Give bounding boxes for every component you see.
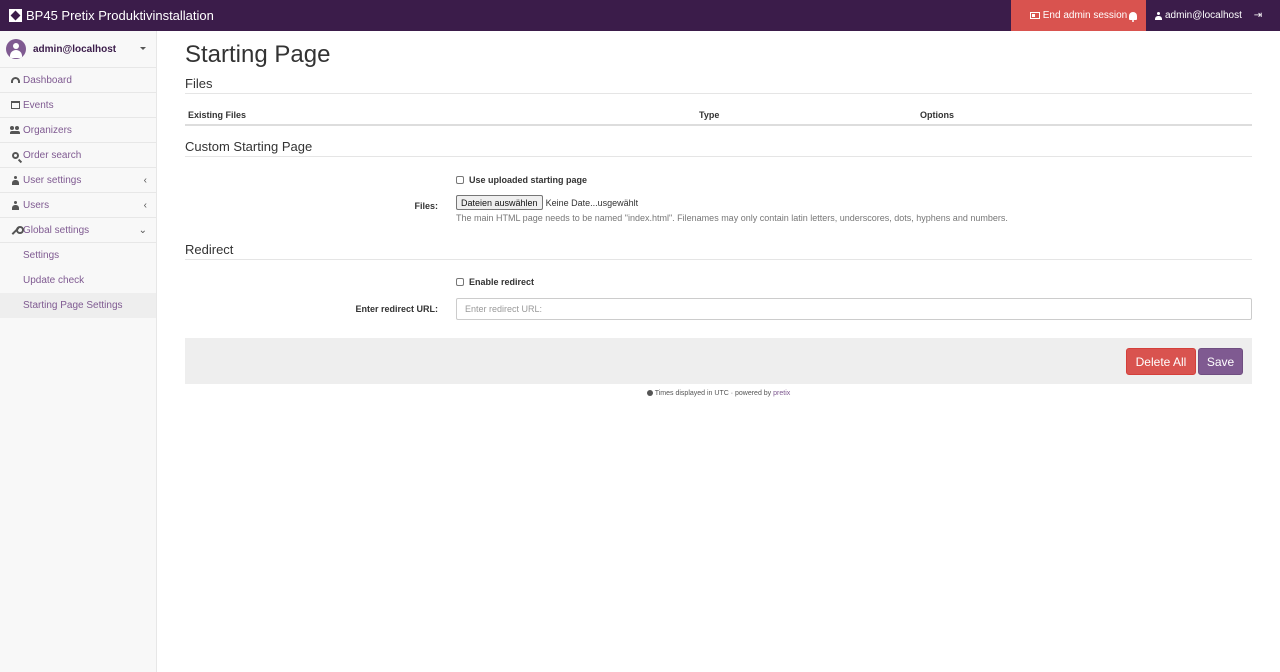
divider <box>185 156 1252 157</box>
page-title: Starting Page <box>185 41 331 68</box>
sidebar-item-dashboard[interactable]: Dashboard <box>0 68 156 93</box>
bell-icon <box>1129 11 1137 22</box>
sidebar-subitem-label: Starting Page Settings <box>23 300 123 311</box>
sidebar-item-label: Global settings <box>23 224 90 236</box>
files-section-title: Files <box>185 76 213 91</box>
end-admin-session-label: End admin session <box>1042 10 1128 21</box>
top-user-name: admin@localhost <box>1165 10 1242 21</box>
sidebar-subitem-label: Update check <box>23 275 85 286</box>
enable-redirect-label: Enable redirect <box>469 277 535 287</box>
sidebar-item-order-search[interactable]: Order search <box>0 143 156 168</box>
table-header-existing-files: Existing Files <box>188 110 247 120</box>
pretix-link[interactable]: pretix <box>773 390 790 397</box>
use-uploaded-starting-page-checkbox[interactable] <box>456 176 464 184</box>
sidebar-user-name: admin@localhost <box>33 43 117 55</box>
sidebar-subitem-update-check[interactable]: Update check <box>0 268 156 293</box>
logout-button[interactable]: ⇥ <box>1252 0 1264 31</box>
dashboard-icon <box>10 77 20 83</box>
redirect-section-title: Redirect <box>185 242 234 257</box>
user-icon <box>1155 11 1162 20</box>
search-icon <box>11 151 19 159</box>
sidebar-item-organizers[interactable]: Organizers <box>0 118 156 143</box>
sidebar-item-label: Users <box>23 199 50 211</box>
sidebar-item-label: Events <box>23 99 54 111</box>
choose-files-button[interactable]: Dateien auswählen <box>456 195 543 210</box>
sidebar-subitem-starting-page-settings[interactable]: Starting Page Settings <box>0 293 156 318</box>
redirect-url-input[interactable] <box>456 298 1252 320</box>
brand-link[interactable]: BP45 Pretix Produktivinstallation <box>9 0 214 31</box>
sidebar-subitem-settings[interactable]: Settings <box>0 243 156 268</box>
caret-down-icon <box>140 47 146 50</box>
sidebar-item-events[interactable]: Events <box>0 93 156 118</box>
save-button[interactable]: Save <box>1198 348 1243 375</box>
chevron-left-icon: ‹ <box>143 175 147 186</box>
sidebar-item-user-settings[interactable]: User settings ‹ <box>0 168 156 193</box>
enable-redirect-checkbox[interactable] <box>456 278 464 286</box>
custom-starting-page-section-title: Custom Starting Page <box>185 139 313 154</box>
sidebar-user-menu[interactable]: admin@localhost <box>0 31 156 68</box>
top-navbar: BP45 Pretix Produktivinstallation End ad… <box>0 0 1280 31</box>
footer: Times displayed in UTC · powered by pret… <box>185 390 1252 397</box>
table-header-divider <box>185 124 1252 126</box>
file-status-text: Keine Date...usgewählt <box>545 197 639 208</box>
table-header-options: Options <box>920 110 954 120</box>
use-uploaded-starting-page-label: Use uploaded starting page <box>469 175 588 185</box>
sidebar-item-global-settings[interactable]: Global settings ⌄ <box>0 218 156 243</box>
sidebar-item-label: Dashboard <box>23 74 72 86</box>
app-title: BP45 Pretix Produktivinstallation <box>26 8 214 23</box>
sidebar-subitem-label: Settings <box>23 250 60 261</box>
main-content: Starting Page Files Existing Files Type … <box>185 31 1252 672</box>
chevron-down-icon: ⌄ <box>138 225 147 236</box>
sidebar-item-label: User settings <box>23 174 82 186</box>
sidebar-item-label: Order search <box>23 149 82 161</box>
sidebar: admin@localhost Dashboard Events Organiz… <box>0 31 157 672</box>
footer-text: Times displayed in UTC · powered by <box>654 390 772 397</box>
file-upload-field[interactable]: Dateien auswählen Keine Date...usgewählt <box>456 195 638 210</box>
id-card-icon <box>1029 12 1040 19</box>
redirect-url-label: Enter redirect URL: <box>355 304 438 314</box>
divider <box>185 259 1252 260</box>
notifications-button[interactable] <box>1123 0 1143 31</box>
files-label: Files: <box>414 201 438 211</box>
wrench-icon <box>11 225 24 235</box>
top-user-menu[interactable]: admin@localhost <box>1155 0 1242 31</box>
table-header-type: Type <box>699 110 720 120</box>
divider <box>185 93 1252 94</box>
enable-redirect-checkbox-row[interactable]: Enable redirect <box>456 277 534 287</box>
sign-out-icon: ⇥ <box>1253 10 1263 21</box>
use-uploaded-starting-page-checkbox-row[interactable]: Use uploaded starting page <box>456 175 587 185</box>
calendar-icon <box>10 101 20 109</box>
users-icon <box>10 126 20 134</box>
chevron-left-icon: ‹ <box>143 200 147 211</box>
sidebar-item-label: Organizers <box>23 124 72 136</box>
delete-all-button[interactable]: Delete All <box>1126 348 1196 375</box>
globe-icon <box>646 390 653 396</box>
pretix-logo-icon <box>9 9 22 22</box>
form-actions: Delete All Save <box>185 338 1252 384</box>
avatar <box>6 39 26 59</box>
user-icon <box>11 175 19 185</box>
user-icon <box>11 200 19 210</box>
files-help-text: The main HTML page needs to be named "in… <box>456 213 1008 223</box>
sidebar-item-users[interactable]: Users ‹ <box>0 193 156 218</box>
